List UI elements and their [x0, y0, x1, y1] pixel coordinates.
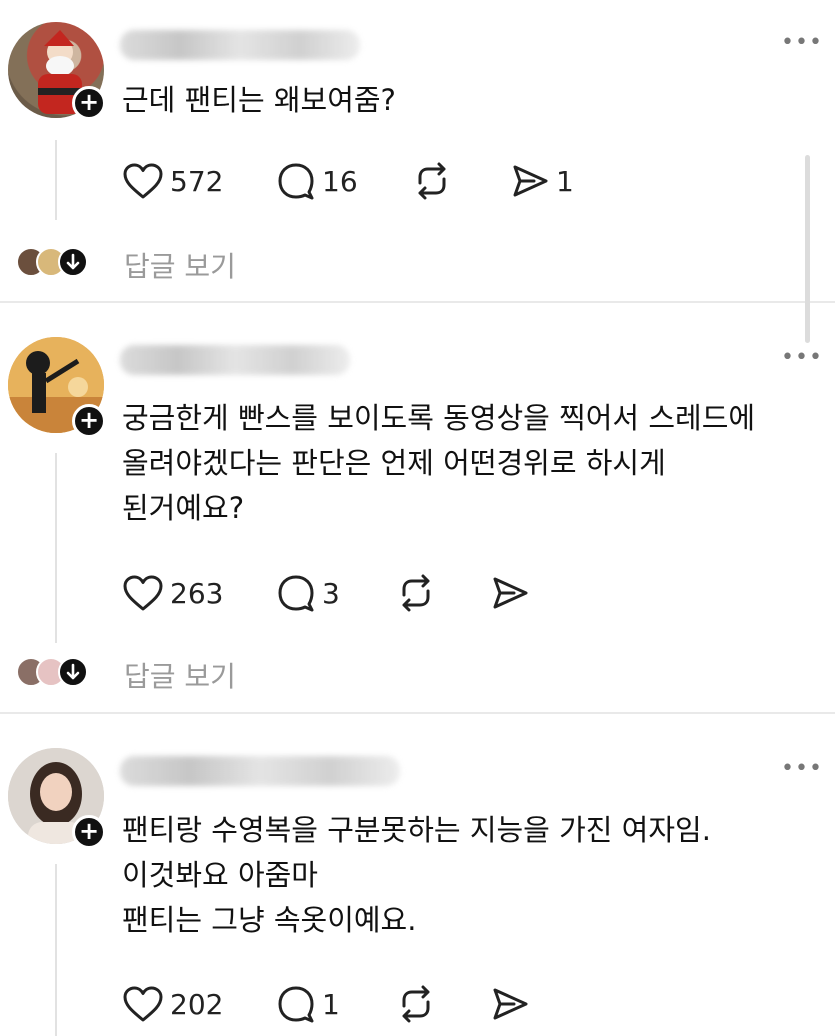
share-button[interactable]: [490, 984, 536, 1024]
comment-count: 3: [322, 576, 340, 610]
comment-count: 1: [322, 987, 340, 1021]
repost-button[interactable]: [412, 161, 452, 201]
like-count: 572: [170, 164, 224, 198]
username-blurred[interactable]: [120, 345, 350, 375]
follow-plus-icon[interactable]: +: [72, 815, 106, 849]
scrollbar[interactable]: [805, 155, 810, 343]
like-count: 263: [170, 576, 224, 610]
like-button[interactable]: 572: [122, 161, 223, 201]
thread-line: [55, 864, 57, 1036]
view-replies-label[interactable]: 답글 보기: [124, 655, 236, 695]
follow-plus-icon[interactable]: +: [72, 86, 106, 120]
post-text: 팬티랑 수영복을 구분못하는 지능을 가진 여자임. 이것봐요 아줌마 팬티는 …: [122, 813, 711, 937]
username-blurred[interactable]: [120, 30, 360, 60]
thread-line: [55, 140, 57, 220]
post-text: 궁금한게 빤스를 보이도록 동영상을 찍어서 스레드에 올려야겠다는 판단은 언…: [122, 401, 756, 525]
comment-button[interactable]: 16: [276, 161, 358, 201]
post-text: 근데 팬티는 왜보여줌?: [122, 83, 396, 117]
comment-count: 16: [322, 164, 358, 198]
heart-icon: [123, 986, 163, 1022]
thread-line: [55, 453, 57, 643]
comment-button[interactable]: 1: [276, 984, 340, 1024]
share-count: 1: [556, 164, 574, 198]
arrow-down-icon: [66, 253, 80, 270]
repost-arrows-icon: [402, 985, 430, 1023]
repost-button[interactable]: [396, 573, 436, 613]
repost-button[interactable]: [396, 984, 436, 1024]
repost-arrows-icon: [402, 574, 430, 612]
follow-plus-icon[interactable]: +: [72, 404, 106, 438]
heart-icon: [123, 163, 163, 199]
arrow-down-icon: [66, 663, 80, 680]
send-icon: [493, 988, 528, 1020]
thread-post: + ••• 근데 팬티는 왜보여줌? 572 16 1 답글 보기: [0, 0, 835, 300]
more-options-icon[interactable]: •••: [781, 345, 823, 370]
share-button[interactable]: [490, 573, 536, 613]
reply-avatar: [58, 247, 88, 277]
comment-bubble-icon: [278, 986, 314, 1023]
more-options-icon[interactable]: •••: [781, 30, 823, 55]
like-button[interactable]: 202: [122, 984, 223, 1024]
like-count: 202: [170, 987, 224, 1021]
heart-icon: [123, 575, 163, 611]
view-replies-row[interactable]: 답글 보기: [0, 653, 835, 693]
comment-button[interactable]: 3: [276, 573, 340, 613]
thread-post: + ••• 팬티랑 수영복을 구분못하는 지능을 가진 여자임. 이것봐요 아줌…: [0, 714, 835, 1036]
more-options-icon[interactable]: •••: [781, 756, 823, 781]
view-replies-label[interactable]: 답글 보기: [124, 245, 236, 285]
send-icon: [493, 577, 528, 609]
repost-arrows-icon: [418, 162, 446, 200]
comment-bubble-icon: [278, 575, 314, 612]
share-button[interactable]: 1: [510, 161, 574, 201]
like-button[interactable]: 263: [122, 573, 223, 613]
thread-post: + ••• 궁금한게 빤스를 보이도록 동영상을 찍어서 스레드에 올려야겠다는…: [0, 303, 835, 713]
comment-bubble-icon: [278, 163, 314, 200]
send-icon: [513, 165, 548, 197]
reply-avatar: [58, 657, 88, 687]
view-replies-row[interactable]: 답글 보기: [0, 243, 835, 283]
username-blurred[interactable]: [120, 756, 400, 786]
